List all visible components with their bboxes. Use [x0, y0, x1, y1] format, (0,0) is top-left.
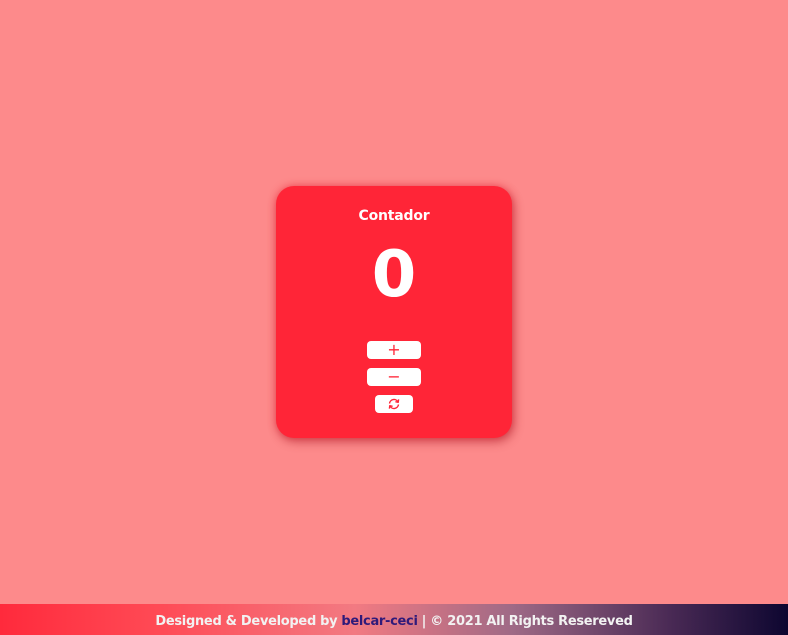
- reset-button[interactable]: [375, 395, 413, 413]
- increment-button[interactable]: +: [367, 341, 421, 359]
- footer-copyright: | © 2021 All Rights Resereved: [421, 614, 633, 629]
- footer-credit: Designed & Developed by: [155, 614, 338, 629]
- author-link[interactable]: belcar-ceci: [341, 614, 418, 629]
- plus-icon: +: [387, 340, 401, 359]
- footer: Designed & Developed by belcar-ceci | © …: [0, 604, 788, 635]
- counter-title: Contador: [358, 208, 430, 224]
- decrement-button[interactable]: −: [367, 368, 421, 386]
- counter-card: Contador 0 + −: [276, 186, 512, 438]
- counter-value: 0: [371, 238, 417, 312]
- refresh-icon: [387, 398, 401, 410]
- minus-icon: −: [387, 367, 401, 386]
